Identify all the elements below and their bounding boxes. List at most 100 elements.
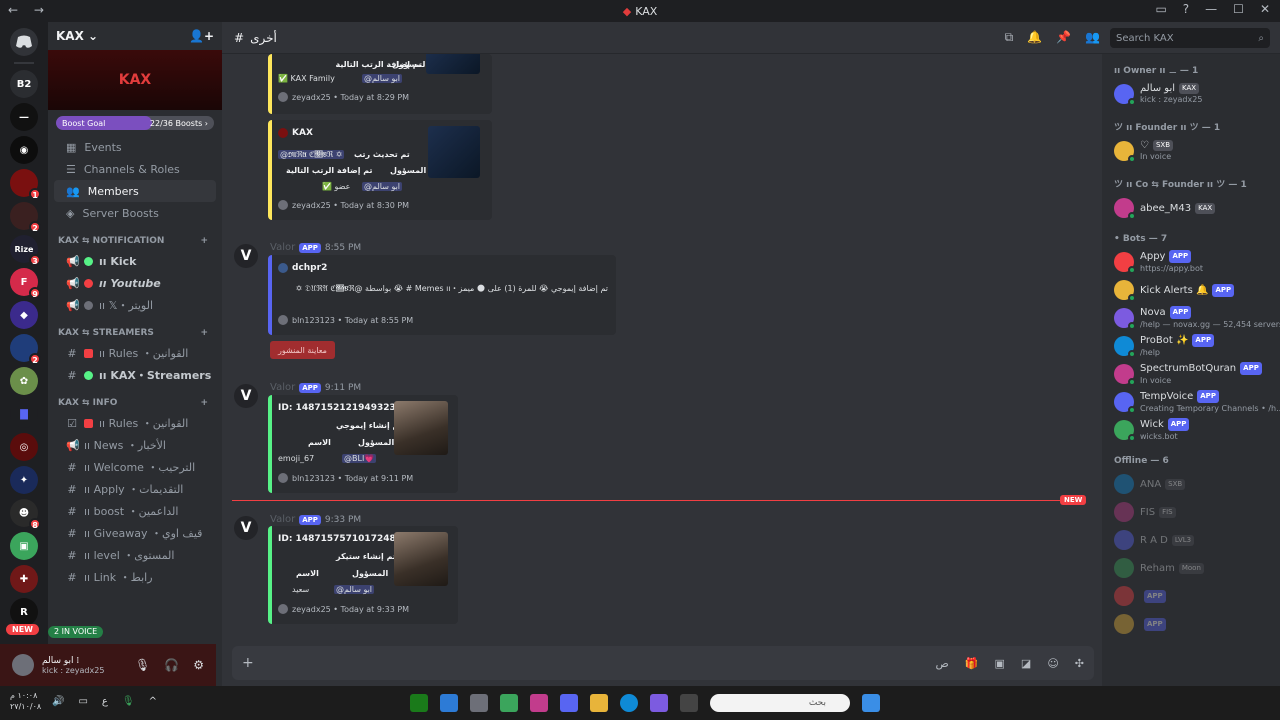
member-item[interactable]: R A D LVL3 bbox=[1102, 526, 1280, 554]
server-icon[interactable]: 2 bbox=[10, 202, 41, 233]
emoji-icon[interactable]: ☺ bbox=[1047, 657, 1058, 670]
notification-bell-icon[interactable]: 🔔 bbox=[1027, 30, 1042, 45]
member-list-icon[interactable]: 👥 bbox=[1085, 30, 1100, 45]
new-unreads-pill[interactable]: NEW bbox=[6, 624, 39, 635]
channel-giveaway[interactable]: # ıı Giveaway ・قيف اوي bbox=[54, 522, 216, 544]
settings-app-icon[interactable] bbox=[470, 694, 488, 712]
microphone-icon[interactable]: 🎙 bbox=[135, 658, 150, 672]
language-icon[interactable]: ع bbox=[102, 696, 108, 707]
server-rize[interactable]: Rize 3 bbox=[10, 235, 41, 266]
discord-home-icon[interactable] bbox=[10, 28, 38, 56]
member-item[interactable]: Appy APP https://appy.bot bbox=[1102, 248, 1280, 276]
channel-news[interactable]: 📢 ıı News ・الأخبار bbox=[54, 434, 216, 456]
windows-start-icon[interactable] bbox=[862, 694, 880, 712]
channel-streamers[interactable]: # ıı KAX・Streamers bbox=[54, 364, 216, 386]
member-item[interactable]: TempVoice APP Creating Temporary Channels … bbox=[1102, 388, 1280, 416]
member-item[interactable]: Nova APP/help — novax.gg — 52,454 servers bbox=[1102, 304, 1280, 332]
member-item[interactable]: ANA SXB bbox=[1102, 470, 1280, 498]
menu-server-boosts[interactable]: ◈ Server Boosts bbox=[54, 202, 216, 224]
channel-x[interactable]: 📢 ıı 𝕏・الويتر bbox=[54, 294, 216, 316]
server-icon[interactable]: ◉ bbox=[10, 136, 38, 164]
menu-members[interactable]: 👥 Members bbox=[54, 180, 216, 202]
app-icon[interactable] bbox=[530, 694, 548, 712]
bot-avatar[interactable]: V bbox=[234, 244, 258, 268]
app-icon[interactable] bbox=[500, 694, 518, 712]
channel-apply[interactable]: # ıı Apply ・التقديمات bbox=[54, 478, 216, 500]
composer-app-icon[interactable]: ص bbox=[935, 657, 948, 670]
inbox-icon[interactable]: ▭ bbox=[1155, 2, 1166, 16]
server-icon[interactable]: ☻ 8 bbox=[10, 499, 41, 530]
menu-events[interactable]: ▦ Events bbox=[54, 136, 216, 158]
member-item[interactable]: abee_M43 KAX bbox=[1102, 194, 1280, 222]
member-item[interactable]: APP bbox=[1102, 610, 1280, 638]
task-view-icon[interactable] bbox=[680, 694, 698, 712]
chevron-up-icon[interactable]: ^ bbox=[149, 696, 157, 707]
channel-boost[interactable]: # ıı boost ・الداعمين bbox=[54, 500, 216, 522]
pin-icon[interactable]: 📌 bbox=[1056, 30, 1071, 45]
channel-level[interactable]: # ıı level ・المستوى bbox=[54, 544, 216, 566]
boost-goal-bar[interactable]: Boost Goal 22/36 Boosts › bbox=[56, 116, 214, 130]
apps-icon[interactable]: ✣ bbox=[1075, 657, 1084, 670]
volume-icon[interactable]: 🔊 bbox=[52, 696, 64, 707]
gif-icon[interactable]: ▣ bbox=[995, 657, 1005, 670]
server-icon[interactable]: ✦ bbox=[10, 466, 38, 494]
server-header[interactable]: KAX ⌄ 👤+ bbox=[48, 22, 222, 50]
search-input[interactable]: Search KAX ⌕ bbox=[1110, 28, 1270, 48]
discord-app-icon[interactable] bbox=[560, 694, 578, 712]
server-icon[interactable]: ✚ bbox=[10, 565, 38, 593]
member-item[interactable]: Wick APP wicks.bot bbox=[1102, 416, 1280, 444]
menu-channels-roles[interactable]: ☰ Channels & Roles bbox=[54, 158, 216, 180]
close-button[interactable]: ✕ bbox=[1260, 2, 1270, 16]
channel-welcome[interactable]: # ıı Welcome ・الترحيب bbox=[54, 456, 216, 478]
mic-tray-icon[interactable]: 🎙 bbox=[122, 696, 135, 707]
sticker-icon[interactable]: ◪ bbox=[1021, 657, 1031, 670]
member-item[interactable]: ♡ SXB In voice bbox=[1102, 137, 1280, 165]
minimize-button[interactable]: — bbox=[1205, 2, 1217, 16]
add-channel-icon[interactable]: + bbox=[200, 398, 208, 408]
member-item[interactable]: APP bbox=[1102, 582, 1280, 610]
in-voice-pill[interactable]: 2 IN VOICE bbox=[48, 626, 104, 638]
server-icon[interactable]: ◎ bbox=[10, 433, 38, 461]
preview-post-button[interactable]: معاينة المنشور bbox=[270, 341, 335, 359]
headphones-icon[interactable]: 🎧 bbox=[164, 658, 179, 672]
member-item[interactable]: Reham Moon bbox=[1102, 554, 1280, 582]
settings-gear-icon[interactable]: ⚙ bbox=[193, 658, 204, 672]
server-icon[interactable]: ✿ bbox=[10, 367, 38, 395]
member-item[interactable]: SpectrumBotQuran APP In voice bbox=[1102, 360, 1280, 388]
user-avatar[interactable] bbox=[12, 654, 34, 676]
channel-kick[interactable]: 📢 ıı Kick bbox=[54, 250, 216, 272]
server-icon[interactable]: ◆ bbox=[10, 301, 38, 329]
channel-link[interactable]: # ıı Link ・رابط bbox=[54, 566, 216, 588]
member-item[interactable]: ابو سالم KAX kick : zeyadx25 bbox=[1102, 80, 1280, 108]
category-notification[interactable]: KAX ⇆ NOTIFICATION + bbox=[48, 224, 222, 250]
bot-avatar[interactable]: V bbox=[234, 384, 258, 408]
server-icon[interactable]: 2 bbox=[10, 334, 41, 365]
app-icon[interactable] bbox=[440, 694, 458, 712]
server-icon[interactable]: 1 bbox=[10, 169, 41, 200]
channel-info-rules[interactable]: ☑ ıı Rules ・القوانين bbox=[54, 412, 216, 434]
taskbar-search[interactable]: بحث bbox=[710, 694, 850, 712]
add-channel-icon[interactable]: + bbox=[200, 328, 208, 338]
message-composer[interactable]: + ص 🎁 ▣ ◪ ☺ ✣ bbox=[232, 646, 1094, 680]
app-icon[interactable] bbox=[650, 694, 668, 712]
channel-youtube[interactable]: 📢 ıı Youtube bbox=[54, 272, 216, 294]
member-item[interactable]: FIS FIS bbox=[1102, 498, 1280, 526]
edge-browser-icon[interactable] bbox=[620, 694, 638, 712]
member-item[interactable]: ProBot ✨ APP/help bbox=[1102, 332, 1280, 360]
add-attachment-button[interactable]: + bbox=[242, 655, 254, 671]
maximize-button[interactable]: ☐ bbox=[1233, 2, 1244, 16]
help-icon[interactable]: ? bbox=[1183, 2, 1189, 16]
gift-icon[interactable]: 🎁 bbox=[965, 657, 979, 670]
server-r[interactable]: R bbox=[10, 598, 38, 626]
server-icon[interactable]: ▣ bbox=[10, 532, 38, 560]
channel-rules[interactable]: # ıı Rules ・القوانين bbox=[54, 342, 216, 364]
category-streamers[interactable]: KAX ⇆ STREAMERS + bbox=[48, 316, 222, 342]
server-icon[interactable]: — bbox=[10, 103, 38, 131]
bot-avatar[interactable]: V bbox=[234, 516, 258, 540]
server-b2[interactable]: B2 bbox=[10, 70, 38, 98]
display-icon[interactable]: ▭ bbox=[78, 696, 87, 707]
member-item[interactable]: Kick Alerts 🔔 APP bbox=[1102, 276, 1280, 304]
file-explorer-icon[interactable] bbox=[590, 694, 608, 712]
app-icon[interactable] bbox=[410, 694, 428, 712]
invite-icon[interactable]: 👤+ bbox=[189, 29, 214, 43]
